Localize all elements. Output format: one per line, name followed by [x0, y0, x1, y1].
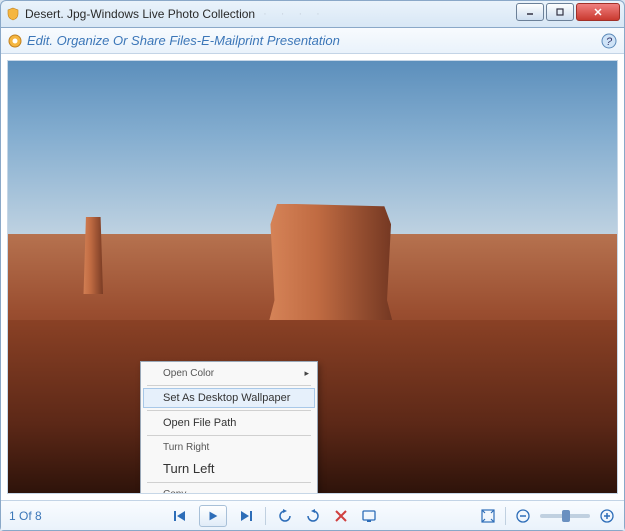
window-titlebar: Desert. Jpg-Windows Live Photo Collectio… — [0, 0, 625, 28]
app-window: Edit. Organize Or Share Files-E-Mailprin… — [0, 28, 625, 531]
zoom-slider[interactable] — [540, 514, 590, 518]
play-button[interactable] — [199, 505, 227, 527]
svg-text:?: ? — [606, 36, 613, 48]
delete-button[interactable] — [332, 507, 350, 525]
zoom-slider-thumb[interactable] — [562, 510, 570, 522]
app-icon — [5, 6, 21, 22]
close-button[interactable] — [576, 3, 620, 21]
prev-button[interactable] — [171, 507, 189, 525]
context-menu: Open Color Set As Desktop Wallpaper Open… — [140, 361, 318, 494]
toolbar-separator — [265, 507, 266, 525]
next-button[interactable] — [237, 507, 255, 525]
minimize-button[interactable] — [516, 3, 544, 21]
toolbar-center — [69, 505, 479, 527]
window-title: Desert. Jpg-Windows Live Photo Collectio… — [25, 7, 255, 21]
menu-copy[interactable]: Copy — [143, 485, 315, 494]
toolbar-separator — [505, 507, 506, 525]
menu-open-color[interactable]: Open Color — [143, 364, 315, 383]
menu-turn-left[interactable]: Turn Left — [143, 457, 315, 480]
menu-separator — [147, 410, 311, 411]
menu-separator — [147, 482, 311, 483]
menu-separator — [147, 435, 311, 436]
slideshow-button[interactable] — [360, 507, 378, 525]
menu-set-wallpaper[interactable]: Set As Desktop Wallpaper — [143, 388, 315, 408]
menu-separator — [147, 385, 311, 386]
menubar-text[interactable]: Edit. Organize Or Share Files-E-Mailprin… — [27, 33, 340, 48]
rotate-ccw-button[interactable] — [276, 507, 294, 525]
toolbar-right — [479, 507, 616, 525]
page-counter: 1 Of 8 — [9, 509, 69, 523]
menubar: Edit. Organize Or Share Files-E-Mailprin… — [1, 28, 624, 54]
help-button[interactable]: ? — [600, 32, 618, 50]
gallery-icon — [7, 33, 23, 49]
fit-window-button[interactable] — [479, 507, 497, 525]
image-viewer[interactable]: Open Color Set As Desktop Wallpaper Open… — [7, 60, 618, 494]
maximize-button[interactable] — [546, 3, 574, 21]
rotate-cw-button[interactable] — [304, 507, 322, 525]
menu-open-file-path[interactable]: Open File Path — [143, 413, 315, 433]
menu-turn-right[interactable]: Turn Right — [143, 438, 315, 457]
zoom-in-button[interactable] — [598, 507, 616, 525]
bottom-toolbar: 1 Of 8 — [1, 500, 624, 530]
zoom-out-button[interactable] — [514, 507, 532, 525]
window-controls — [514, 3, 620, 21]
